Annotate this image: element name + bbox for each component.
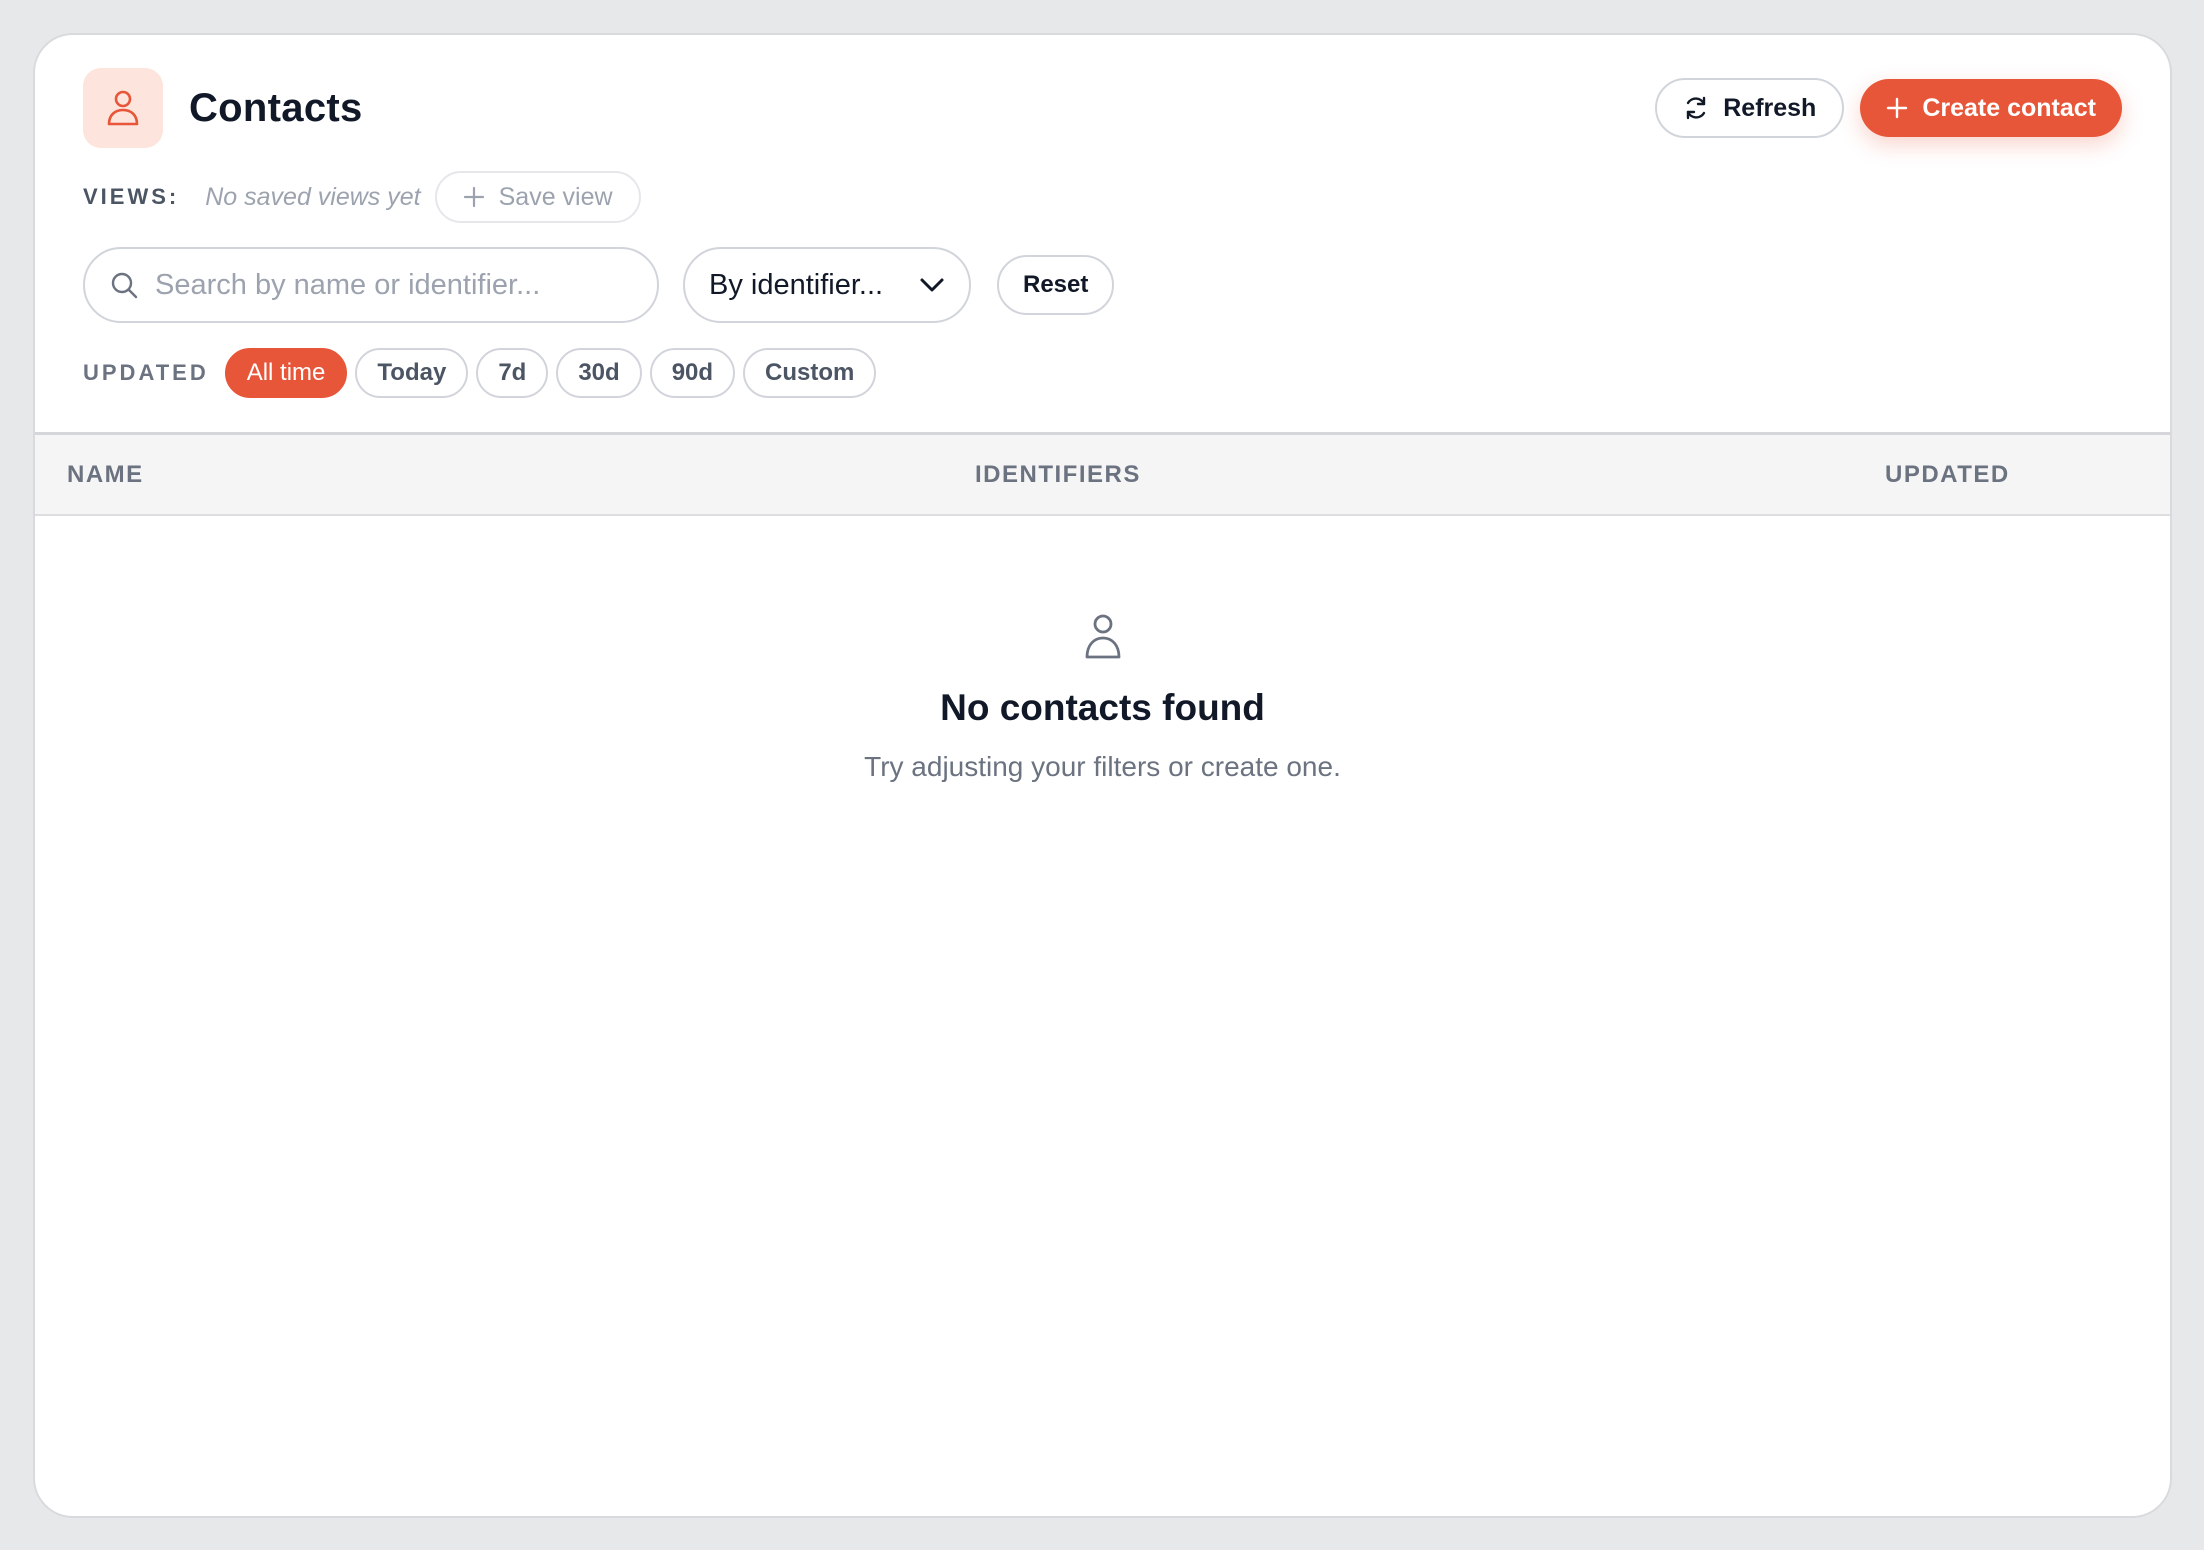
create-contact-button[interactable]: Create contact xyxy=(1860,79,2122,137)
search-input[interactable] xyxy=(155,268,615,302)
column-header-identifiers[interactable]: IDENTIFIERS xyxy=(975,435,1141,515)
identifier-filter-select[interactable]: By identifier... xyxy=(683,247,971,323)
create-contact-label: Create contact xyxy=(1922,93,2096,122)
page-title: Contacts xyxy=(189,85,363,130)
views-label: VIEWS: xyxy=(83,184,180,209)
updated-label: UPDATED xyxy=(83,360,209,385)
contacts-logo xyxy=(83,68,163,148)
contacts-card: Contacts Refresh Create contact VIEWS: N… xyxy=(33,33,2172,1518)
header-actions: Refresh Create contact xyxy=(1655,78,2122,138)
refresh-icon xyxy=(1687,96,1706,120)
chip-all-time[interactable]: All time xyxy=(224,348,348,398)
updated-filter-bar: UPDATED All time Today 7d 30d 90d Custom xyxy=(83,347,884,399)
user-icon xyxy=(1085,614,1120,659)
refresh-label: Refresh xyxy=(1723,93,1817,122)
reset-button[interactable]: Reset xyxy=(997,255,1115,315)
chip-90d[interactable]: 90d xyxy=(649,348,736,398)
refresh-button[interactable]: Refresh xyxy=(1655,78,1845,138)
empty-state: No contacts found Try adjusting your fil… xyxy=(35,613,2170,783)
save-view-button[interactable]: Save view xyxy=(434,171,641,223)
filter-bar: By identifier... Reset xyxy=(83,247,1115,323)
saved-views-bar: VIEWS: No saved views yet Save view xyxy=(83,171,641,223)
plus-icon xyxy=(1887,97,1908,119)
chevron-down-icon xyxy=(920,278,944,292)
chip-today[interactable]: Today xyxy=(355,348,469,398)
views-empty-text: No saved views yet xyxy=(205,182,421,211)
chip-7d[interactable]: 7d xyxy=(476,348,549,398)
column-header-updated[interactable]: UPDATED xyxy=(1885,435,2010,515)
identifier-filter-value: By identifier... xyxy=(709,268,884,301)
column-header-name[interactable]: NAME xyxy=(67,435,144,515)
search-box[interactable] xyxy=(83,247,659,323)
user-icon xyxy=(107,90,139,126)
save-view-label: Save view xyxy=(498,182,613,211)
empty-state-title: No contacts found xyxy=(940,687,1265,728)
table-header: NAME IDENTIFIERS UPDATED xyxy=(35,432,2170,516)
page-header: Contacts Refresh Create contact xyxy=(83,67,2122,149)
search-icon xyxy=(111,272,138,299)
chip-30d[interactable]: 30d xyxy=(556,348,642,398)
chip-custom[interactable]: Custom xyxy=(743,348,877,398)
plus-icon xyxy=(463,186,484,208)
empty-state-subtitle: Try adjusting your filters or create one… xyxy=(864,751,1341,782)
